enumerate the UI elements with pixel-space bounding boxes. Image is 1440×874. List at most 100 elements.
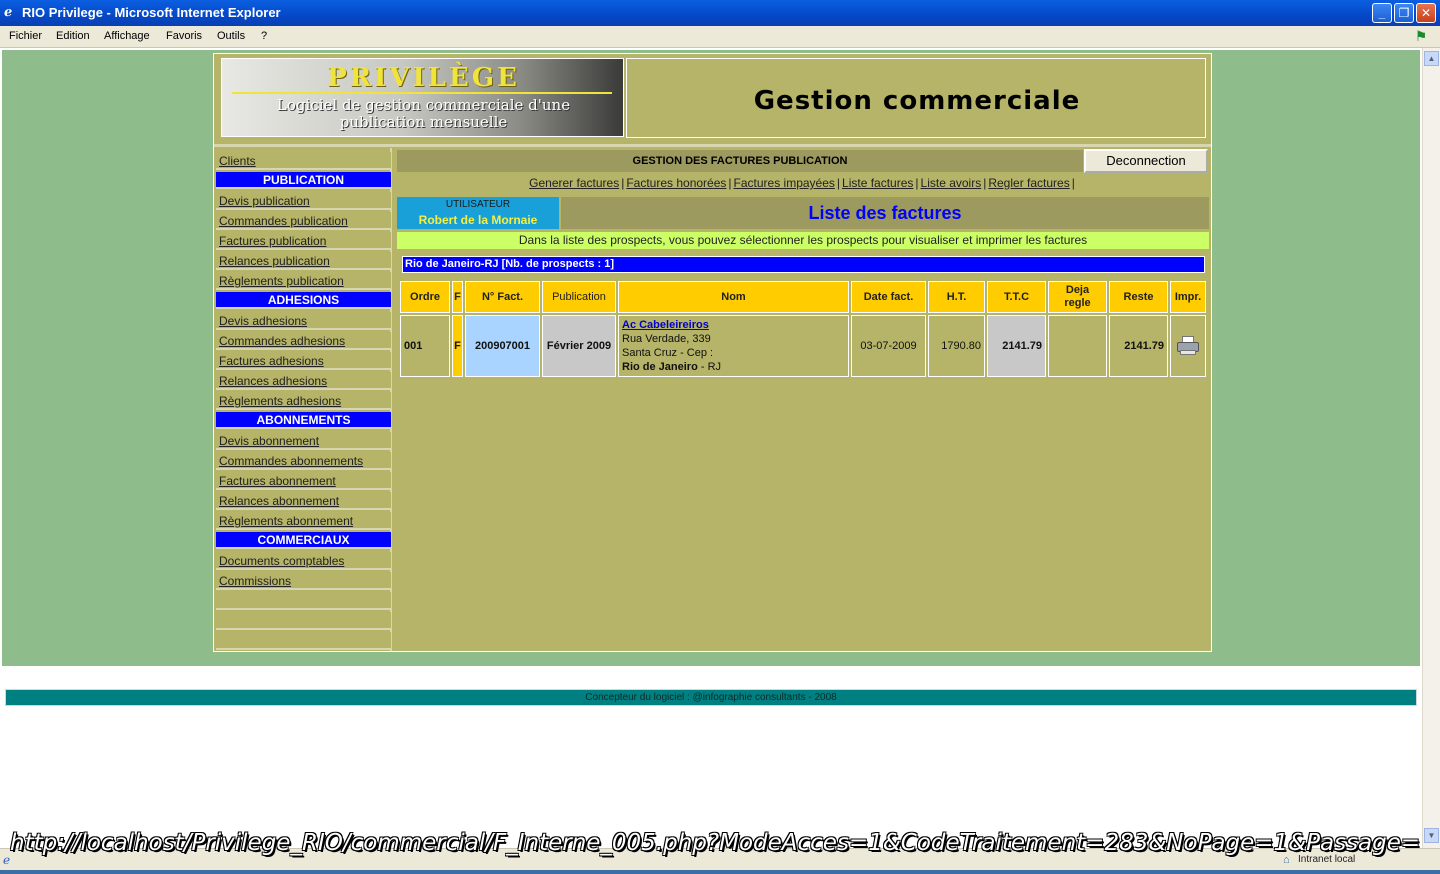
sidebar-item-factures-adhesions[interactable]: Factures adhesions <box>216 352 391 370</box>
sidebar-item-clients[interactable]: Clients <box>216 152 391 170</box>
client-region: - RJ <box>697 361 722 373</box>
nav-liste-avoirs[interactable]: Liste avoirs <box>921 176 982 190</box>
menu-fichier[interactable]: Fichier <box>9 30 42 42</box>
logo: PRIVILÈGE Logiciel de gestion commercial… <box>221 58 624 137</box>
sidebar-item-commandes-abonnements[interactable]: Commandes abonnements <box>216 452 391 470</box>
sidebar-link[interactable]: Factures publication <box>219 234 326 248</box>
col-header-publication: Publication <box>542 281 616 313</box>
scroll-up-icon[interactable]: ▲ <box>1424 51 1439 66</box>
sidebar-link[interactable]: Documents comptables <box>219 554 344 568</box>
sidebar-item-reglements-abonnement[interactable]: Règlements abonnement <box>216 512 391 530</box>
cell-ht: 1790.80 <box>928 315 985 377</box>
sidebar-heading-commerciaux: COMMERCIAUX <box>216 532 391 549</box>
sidebar-empty-row <box>216 612 391 630</box>
sidebar-item-reglements-adhesions[interactable]: Règlements adhesions <box>216 392 391 410</box>
col-header-num: N° Fact. <box>465 281 540 313</box>
cell-ordre: 001 <box>400 315 450 377</box>
vertical-scrollbar[interactable]: ▲ ▼ <box>1422 48 1440 848</box>
sidebar-heading-publication: PUBLICATION <box>216 172 391 189</box>
invoice-nav: Generer factures | Factures honorées | Factu… <box>395 176 1211 194</box>
notice-banner: Dans la liste des prospects, vous pouvez… <box>397 232 1209 249</box>
sidebar-link[interactable]: Relances publication <box>219 254 330 268</box>
sidebar: Clients PUBLICATION Devis publication Co… <box>214 148 392 651</box>
nav-factures-honorees[interactable]: Factures honorées <box>626 176 726 190</box>
menu-help[interactable]: ? <box>261 30 267 42</box>
logo-subtitle: Logiciel de gestion commerciale d'une pu… <box>222 96 623 131</box>
window-title-bar: ℯ RIO Privilege - Microsoft Internet Exp… <box>0 0 1440 26</box>
sidebar-item-relances-abonnement[interactable]: Relances abonnement <box>216 492 391 510</box>
sidebar-item-devis-publication[interactable]: Devis publication <box>216 192 391 210</box>
col-header-nom: Nom <box>618 281 849 313</box>
minimize-button[interactable]: _ <box>1372 3 1392 23</box>
sidebar-item-factures-publication[interactable]: Factures publication <box>216 232 391 250</box>
sidebar-item-devis-abonnement[interactable]: Devis abonnement <box>216 432 391 450</box>
sidebar-item-commandes-adhesions[interactable]: Commandes adhesions <box>216 332 391 350</box>
ie-icon: ℯ <box>4 4 13 19</box>
nav-regler-factures[interactable]: Regler factures <box>988 176 1069 190</box>
logo-subtitle-line2: publication mensuelle <box>339 113 508 131</box>
nav-liste-factures[interactable]: Liste factures <box>842 176 913 190</box>
maximize-button[interactable]: ❐ <box>1394 3 1414 23</box>
sidebar-item-relances-adhesions[interactable]: Relances adhesions <box>216 372 391 390</box>
col-header-ht: H.T. <box>928 281 985 313</box>
col-header-f: F <box>452 281 463 313</box>
sidebar-link[interactable]: Factures adhesions <box>219 354 324 368</box>
close-button[interactable]: ✕ <box>1416 3 1436 23</box>
sidebar-link[interactable]: Devis publication <box>219 194 310 208</box>
sidebar-item-commandes-publication[interactable]: Commandes publication <box>216 212 391 230</box>
sidebar-link[interactable]: Commandes publication <box>219 214 348 228</box>
client-name-link[interactable]: Ac Cabeleireiros <box>622 318 721 332</box>
windows-logo-icon: ⚑ <box>1414 28 1428 44</box>
sidebar-item-documents-comptables[interactable]: Documents comptables <box>216 552 391 570</box>
status-url: http://localhost/Privilege_RIO/commercia… <box>10 830 1420 856</box>
scroll-down-icon[interactable]: ▼ <box>1424 828 1439 843</box>
menu-outils[interactable]: Outils <box>217 30 245 42</box>
menu-bar: Fichier Edition Affichage Favoris Outils… <box>0 26 1440 48</box>
nav-separator: | <box>621 176 625 190</box>
nav-separator: | <box>728 176 732 190</box>
cell-publication: Février 2009 <box>542 315 616 377</box>
user-name: Robert de la Mornaie <box>418 213 538 227</box>
client-address2: Santa Cruz - Cep : <box>622 347 714 359</box>
menu-favoris[interactable]: Favoris <box>166 30 202 42</box>
sidebar-item-devis-adhesions[interactable]: Devis adhesions <box>216 312 391 330</box>
sidebar-link[interactable]: Devis adhesions <box>219 314 307 328</box>
sidebar-item-commissions[interactable]: Commissions <box>216 572 391 590</box>
col-header-deja-line2: regle <box>1064 297 1091 309</box>
cell-reste: 2141.79 <box>1109 315 1168 377</box>
section-title: GESTION DES FACTURES PUBLICATION <box>397 150 1083 172</box>
cell-invoice-number[interactable]: 200907001 <box>465 315 540 377</box>
group-header: Rio de Janeiro-RJ [Nb. de prospects : 1] <box>402 256 1205 273</box>
logo-subtitle-line1: Logiciel de gestion commerciale d'une <box>276 96 571 114</box>
sidebar-link[interactable]: Relances abonnement <box>219 494 339 508</box>
sidebar-item-reglements-publication[interactable]: Règlements publication <box>216 272 391 290</box>
taskbar-edge <box>0 870 1440 874</box>
cell-deja-regle <box>1048 315 1107 377</box>
sidebar-link[interactable]: Règlements adhesions <box>219 394 341 408</box>
sidebar-link[interactable]: Devis abonnement <box>219 434 319 448</box>
sidebar-empty-row <box>216 592 391 610</box>
logout-button[interactable]: Deconnection <box>1084 149 1208 173</box>
page-background: PRIVILÈGE Logiciel de gestion commercial… <box>2 50 1420 666</box>
main-content: GESTION DES FACTURES PUBLICATION Deconne… <box>395 148 1211 651</box>
page-title-bar: Liste des factures <box>561 197 1209 229</box>
sidebar-link[interactable]: Clients <box>219 154 256 168</box>
sidebar-link[interactable]: Commandes adhesions <box>219 334 345 348</box>
nav-factures-impayees[interactable]: Factures impayées <box>734 176 835 190</box>
menu-affichage[interactable]: Affichage <box>104 30 150 42</box>
sidebar-link[interactable]: Règlements abonnement <box>219 514 353 528</box>
sidebar-link[interactable]: Relances adhesions <box>219 374 327 388</box>
sidebar-item-relances-publication[interactable]: Relances publication <box>216 252 391 270</box>
sidebar-link[interactable]: Règlements publication <box>219 274 344 288</box>
sidebar-heading-adhesions: ADHESIONS <box>216 292 391 309</box>
sidebar-link[interactable]: Commissions <box>219 574 291 588</box>
sidebar-item-factures-abonnement[interactable]: Factures abonnement <box>216 472 391 490</box>
printer-icon[interactable] <box>1176 336 1200 356</box>
footer: Concepteur du logiciel : @infographie co… <box>5 689 1417 706</box>
sidebar-link[interactable]: Commandes abonnements <box>219 454 363 468</box>
client-city: Rio de Janeiro <box>622 361 698 373</box>
menu-edition[interactable]: Edition <box>56 30 90 42</box>
sidebar-link[interactable]: Factures abonnement <box>219 474 336 488</box>
col-header-date: Date fact. <box>851 281 926 313</box>
nav-generer-factures[interactable]: Generer factures <box>529 176 619 190</box>
